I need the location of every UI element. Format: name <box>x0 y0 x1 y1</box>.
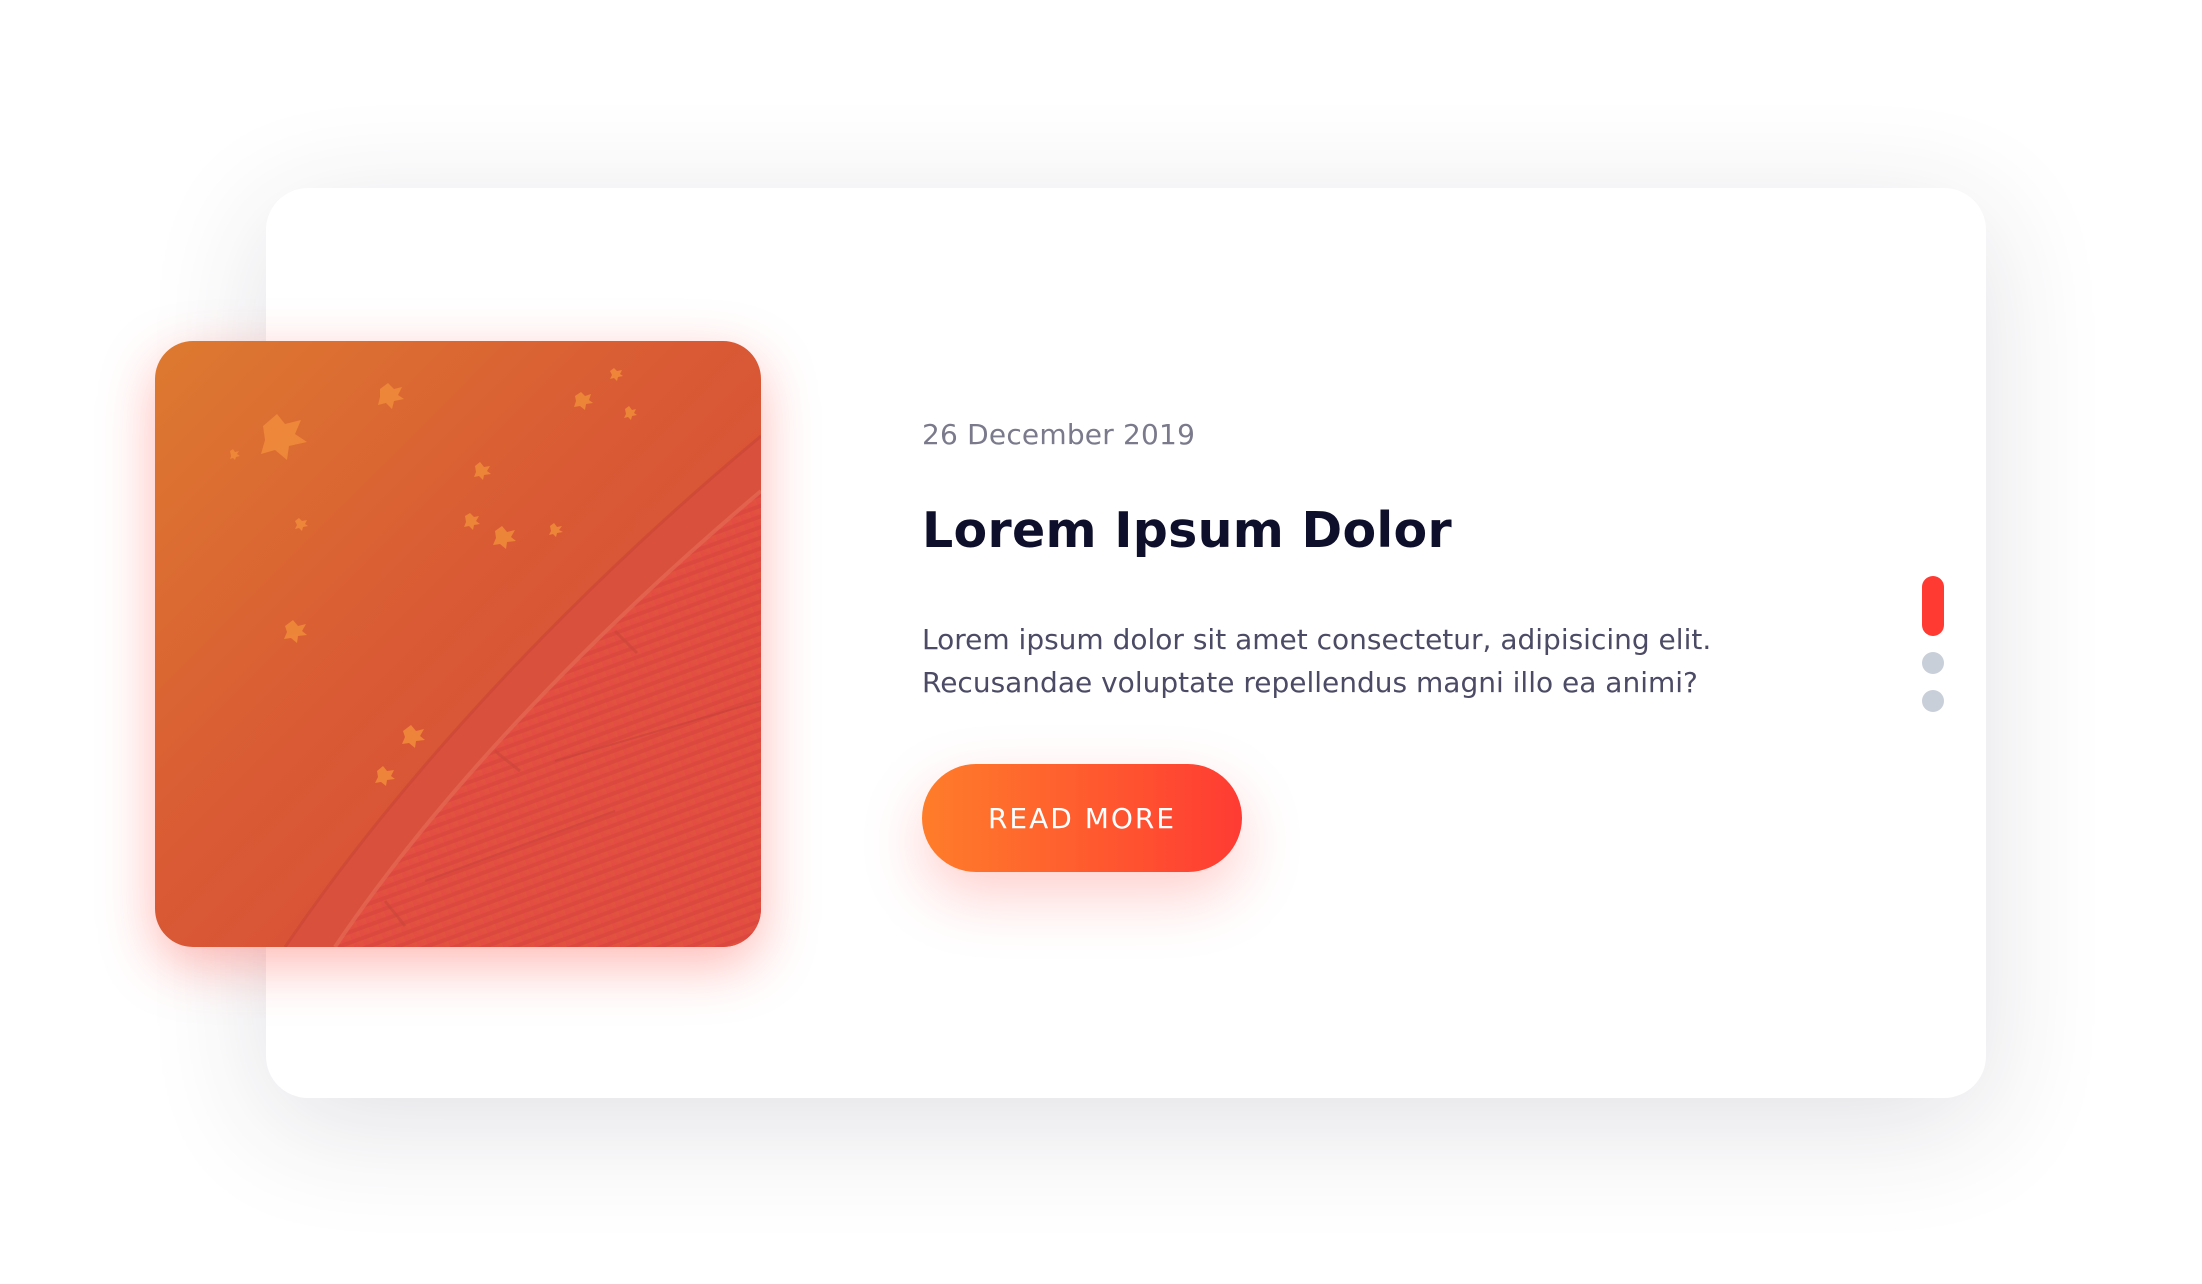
post-image[interactable] <box>155 341 761 947</box>
post-description: Lorem ipsum dolor sit amet consectetur, … <box>922 623 1712 699</box>
pagination-bullet-active[interactable] <box>1922 576 1944 636</box>
stage: 26 December 2019 Lorem Ipsum Dolor Lorem… <box>0 0 2202 1284</box>
autumn-pavement-photo <box>230 368 761 947</box>
pagination-bullet[interactable] <box>1922 690 1944 712</box>
slider-pagination <box>1922 576 1944 728</box>
read-more-button[interactable]: READ MORE <box>922 764 1242 872</box>
post-title: Lorem Ipsum Dolor <box>922 502 1452 559</box>
post-date: 26 December 2019 <box>922 418 1196 451</box>
pagination-bullet[interactable] <box>1922 652 1944 674</box>
